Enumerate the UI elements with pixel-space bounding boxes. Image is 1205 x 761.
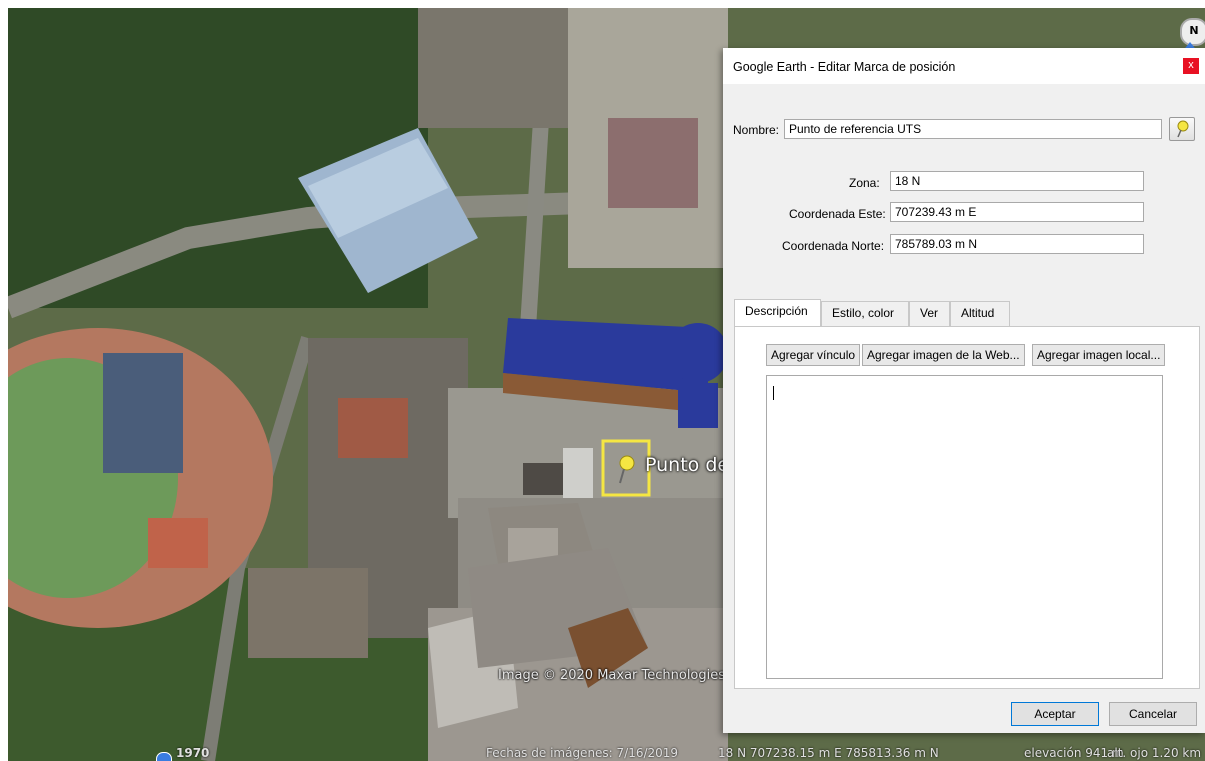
timeline-year: 1970 xyxy=(176,746,210,760)
status-bar: 1970 Fechas de imágenes: 7/16/2019 18 N … xyxy=(8,745,1205,761)
cancel-button[interactable]: Cancelar xyxy=(1109,702,1197,726)
pushpin-icon xyxy=(1177,120,1189,138)
edit-placemark-dialog: Google Earth - Editar Marca de posición … xyxy=(723,48,1205,733)
accept-button[interactable]: Aceptar xyxy=(1011,702,1099,726)
zone-field[interactable]: 18 N xyxy=(890,171,1144,191)
eye-altitude-readout: alt. ojo 1.20 km xyxy=(1107,746,1202,760)
close-button[interactable]: x xyxy=(1183,58,1199,74)
tab-estilo-color[interactable]: Estilo, color xyxy=(821,301,909,326)
tab-ver[interactable]: Ver xyxy=(909,301,950,326)
zone-label: Zona: xyxy=(849,176,880,190)
imagery-date: Fechas de imágenes: 7/16/2019 xyxy=(486,746,679,760)
placemark-label[interactable]: Punto de xyxy=(645,454,729,476)
name-field[interactable]: Punto de referencia UTS xyxy=(784,119,1162,139)
north-coordinate-field[interactable]: 785789.03 m N xyxy=(890,234,1144,254)
imagery-credit: Image © 2020 Maxar Technologies xyxy=(498,668,726,683)
north-coordinate-label: Coordenada Norte: xyxy=(782,239,885,253)
add-local-image-button[interactable]: Agregar imagen local... xyxy=(1032,344,1166,366)
placemark-icon-button[interactable] xyxy=(1169,117,1195,141)
name-label: Nombre: xyxy=(733,123,780,137)
east-coordinate-field[interactable]: 707239.43 m E xyxy=(890,202,1144,222)
tab-altitud[interactable]: Altitud xyxy=(950,301,1010,326)
cursor-coordinates: 18 N 707238.15 m E 785813.36 m N xyxy=(718,746,939,760)
tab-descripcion[interactable]: Descripción xyxy=(734,299,821,327)
text-caret xyxy=(773,386,774,400)
description-textarea[interactable] xyxy=(766,375,1163,679)
dialog-title: Google Earth - Editar Marca de posición xyxy=(733,60,956,74)
add-link-button[interactable]: Agregar vínculo xyxy=(766,344,861,366)
dialog-titlebar[interactable]: Google Earth - Editar Marca de posición … xyxy=(723,48,1205,84)
east-coordinate-label: Coordenada Este: xyxy=(789,207,886,221)
add-web-image-button[interactable]: Agregar imagen de la Web... xyxy=(862,344,1025,366)
description-tab-panel: Agregar vínculo Agregar imagen de la Web… xyxy=(734,326,1200,689)
